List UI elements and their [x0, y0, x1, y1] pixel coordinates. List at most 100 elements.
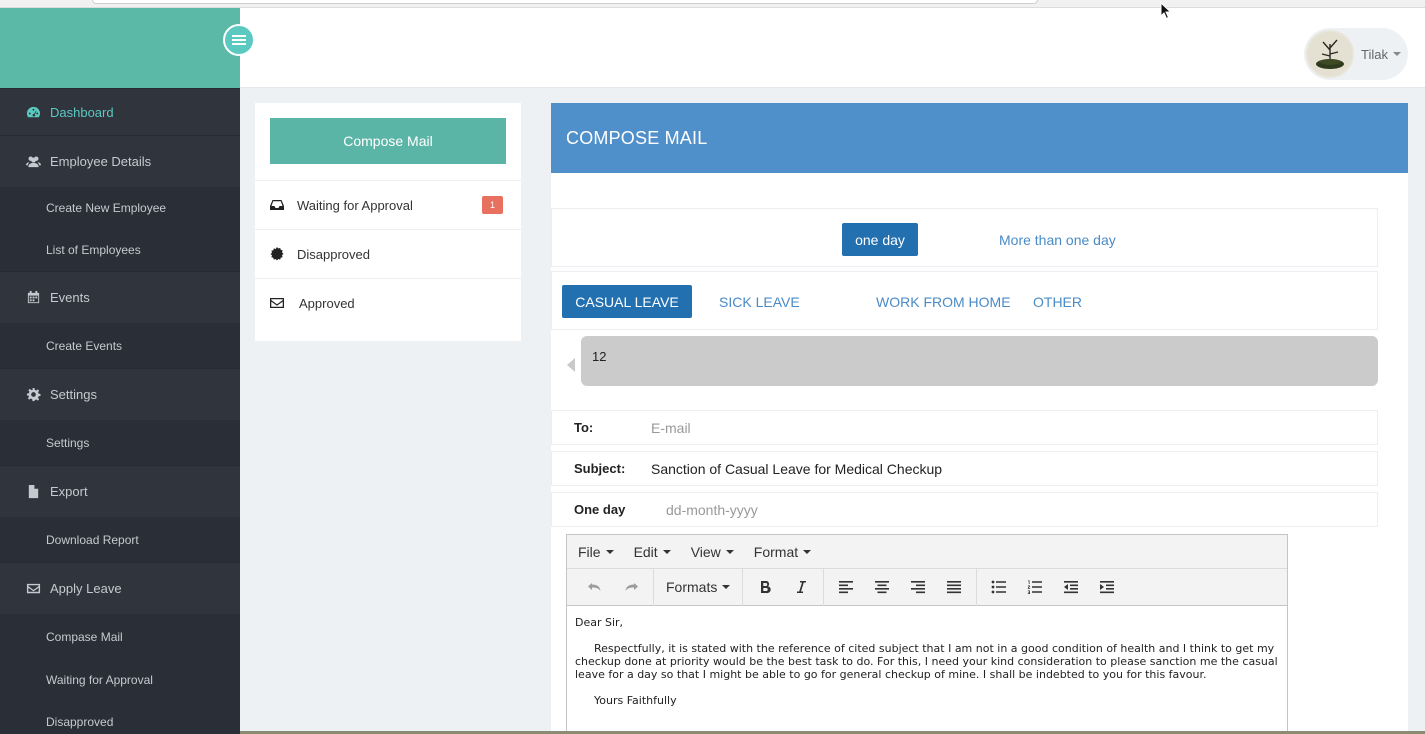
mouse-cursor-icon — [1160, 2, 1172, 20]
outdent-icon[interactable] — [1053, 572, 1089, 602]
envelope-icon — [24, 581, 42, 597]
letter-greeting: Dear Sir, — [575, 616, 624, 629]
compose-mail-button[interactable]: Compose Mail — [270, 118, 506, 164]
sidebar-item-label: Create New Employee — [46, 201, 167, 215]
compose-title: COMPOSE MAIL — [551, 103, 1408, 173]
sidebar-item-label: Compase Mail — [46, 629, 123, 644]
editor-menubar: File Edit View Format — [567, 535, 1287, 569]
sidebar-item-employee-details[interactable]: Employee Details — [0, 135, 240, 187]
folder-waiting-for-approval[interactable]: Waiting for Approval 1 — [255, 180, 521, 229]
sidebar: Dashboard Employee Details Create New Em… — [0, 8, 240, 734]
gear-icon — [24, 387, 42, 403]
sidebar-item-create-new-employee[interactable]: Create New Employee — [0, 187, 240, 229]
style-group — [743, 568, 825, 606]
inbox-icon — [270, 198, 284, 212]
date-field[interactable] — [666, 501, 1266, 518]
sidebar-item-create-events[interactable]: Create Events — [0, 323, 240, 368]
list-group — [977, 569, 1129, 606]
undo-icon[interactable] — [577, 572, 613, 602]
file-icon — [24, 484, 42, 500]
sidebar-item-label: List of Employees — [46, 243, 141, 257]
avatar-image-icon — [1308, 32, 1352, 76]
one-day-row: One day — [551, 492, 1378, 527]
duration-selector: one day More than one day — [551, 208, 1378, 267]
sidebar-item-events[interactable]: Events — [0, 271, 240, 323]
sidebar-item-compase-mail[interactable]: Compase Mail — [0, 614, 240, 659]
align-left-icon[interactable] — [828, 572, 864, 602]
hamburger-icon — [232, 35, 246, 45]
redo-icon[interactable] — [613, 572, 649, 602]
envelope-icon — [270, 296, 284, 310]
leave-type-selector: CASUAL LEAVE SICK LEAVE WORK FROM HOME O… — [551, 271, 1378, 330]
align-justify-icon[interactable] — [936, 572, 972, 602]
other-leave-tab[interactable]: OTHER — [1033, 285, 1082, 318]
sidebar-toggle-button[interactable] — [223, 24, 255, 56]
align-group — [824, 568, 978, 606]
folder-label: Waiting for Approval — [297, 197, 413, 213]
sidebar-item-label: Events — [50, 290, 90, 305]
align-right-icon[interactable] — [900, 572, 936, 602]
folder-disapproved[interactable]: Disapproved — [255, 229, 521, 278]
sidebar-item-disapproved[interactable]: Disapproved — [0, 701, 240, 734]
users-icon — [24, 154, 42, 170]
formats-label: Formats — [666, 579, 718, 595]
chevron-down-icon — [725, 549, 734, 554]
tooltip-arrow-icon — [567, 358, 575, 372]
compose-panel: COMPOSE MAIL one day More than one day C… — [551, 103, 1408, 734]
work-from-home-tab[interactable]: WORK FROM HOME — [876, 285, 1011, 318]
italic-icon[interactable] — [783, 572, 819, 602]
to-row: To: — [551, 410, 1378, 445]
sidebar-item-apply-leave[interactable]: Apply Leave — [0, 562, 240, 614]
editor-toolbar: Formats — [567, 568, 1287, 606]
sidebar-item-label: Employee Details — [50, 154, 152, 169]
sidebar-item-label: Waiting for Approval — [46, 673, 153, 687]
sidebar-item-label: Disapproved — [46, 715, 114, 729]
one-day-label: One day — [574, 502, 626, 517]
sidebar-item-settings[interactable]: Settings — [0, 368, 240, 420]
chevron-down-icon — [1392, 52, 1401, 56]
letter-body: Respectfully, it is stated with the refe… — [575, 642, 1278, 681]
casual-leave-tab[interactable]: CASUAL LEAVE — [562, 285, 692, 318]
subject-row: Subject: — [551, 451, 1378, 486]
to-email-field[interactable] — [651, 419, 1251, 436]
menu-edit[interactable]: Edit — [634, 544, 671, 560]
top-header: Tilak — [240, 8, 1425, 88]
mail-folder-panel: Compose Mail Waiting for Approval 1 Disa… — [255, 103, 521, 341]
sidebar-item-list-of-employees[interactable]: List of Employees — [0, 229, 240, 271]
more-than-one-day-tab[interactable]: More than one day — [999, 223, 1116, 256]
leave-count-tooltip: 12 — [551, 336, 1378, 386]
chevron-down-icon — [722, 585, 731, 589]
sidebar-item-settings-sub[interactable]: Settings — [0, 420, 240, 465]
menu-view[interactable]: View — [691, 544, 734, 560]
user-menu[interactable]: Tilak — [1304, 28, 1408, 80]
align-center-icon[interactable] — [864, 572, 900, 602]
sidebar-item-label: Settings — [50, 387, 97, 402]
address-bar[interactable] — [92, 0, 1038, 4]
sidebar-item-download-report[interactable]: Download Report — [0, 517, 240, 562]
sidebar-item-label: Download Report — [46, 532, 139, 547]
sidebar-item-label: Apply Leave — [50, 581, 122, 596]
editor-content[interactable]: Dear Sir, Respectfully, it is stated wit… — [567, 606, 1287, 730]
calendar-icon — [24, 290, 42, 306]
bullet-list-icon[interactable] — [981, 572, 1017, 602]
formats-dropdown[interactable]: Formats — [658, 572, 738, 602]
numbered-list-icon[interactable] — [1017, 572, 1053, 602]
folder-approved[interactable]: Approved — [255, 278, 521, 327]
menu-format[interactable]: Format — [754, 544, 812, 560]
sidebar-item-label: Settings — [46, 435, 90, 450]
to-label: To: — [574, 420, 594, 435]
chevron-down-icon — [662, 549, 671, 554]
bold-icon[interactable] — [747, 572, 783, 602]
sidebar-item-dashboard[interactable]: Dashboard — [0, 88, 240, 135]
sidebar-item-export[interactable]: Export — [0, 465, 240, 517]
one-day-tab[interactable]: one day — [842, 223, 918, 256]
sidebar-item-label: Dashboard — [50, 104, 114, 120]
sidebar-item-waiting-for-approval[interactable]: Waiting for Approval — [0, 659, 240, 701]
letter-closing: Yours Faithfully — [594, 694, 677, 707]
indent-icon[interactable] — [1089, 572, 1125, 602]
sick-leave-tab[interactable]: SICK LEAVE — [719, 285, 800, 318]
leave-count-value: 12 — [581, 336, 1378, 386]
avatar — [1306, 30, 1354, 78]
menu-file[interactable]: File — [578, 544, 614, 560]
subject-field[interactable] — [651, 460, 1251, 477]
